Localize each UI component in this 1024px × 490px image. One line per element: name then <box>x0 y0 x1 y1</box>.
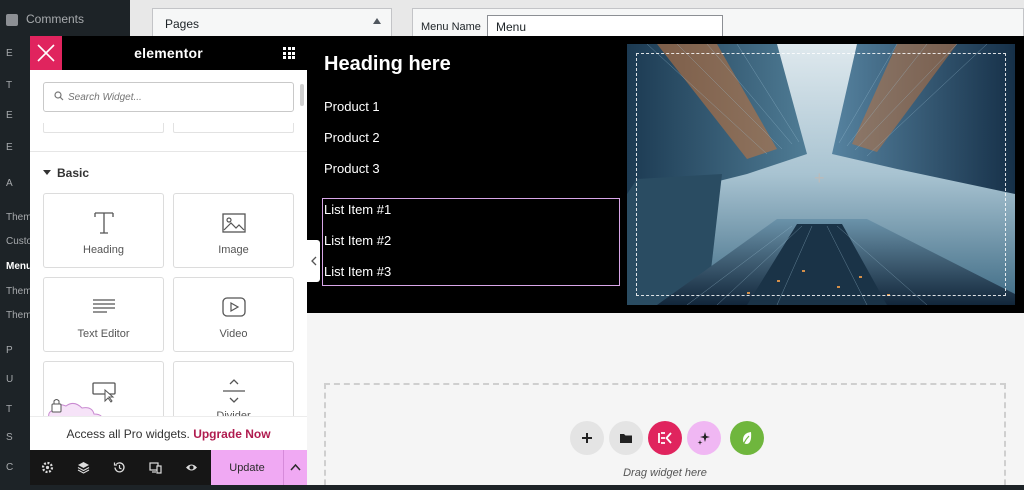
wp-comments-item[interactable]: Comments <box>6 12 84 26</box>
plus-icon <box>582 433 592 443</box>
widget-divider[interactable]: Divider <box>173 361 294 422</box>
pro-upgrade-strip: Access all Pro widgets. Upgrade Now <box>30 416 307 449</box>
panel-scrollbar[interactable] <box>300 84 304 106</box>
search-widget-box <box>43 82 294 112</box>
product-item[interactable]: Product 3 <box>324 161 380 176</box>
image-icon <box>221 213 246 233</box>
empty-section-dropzone[interactable]: Drag widget here <box>324 383 1006 485</box>
divider-line <box>30 151 307 152</box>
editor-canvas: Heading here Product 1 Product 2 Product… <box>307 36 1024 485</box>
menu-name-label: Menu Name <box>421 21 481 33</box>
widget-label: Image <box>218 244 249 256</box>
widget-label: Heading <box>83 244 124 256</box>
list-item[interactable]: List Item #1 <box>324 202 391 217</box>
widget-heading[interactable]: Heading <box>43 193 164 268</box>
update-button[interactable]: Update <box>211 450 283 485</box>
eye-icon <box>186 464 197 471</box>
widget-card-stub <box>173 123 294 133</box>
navigator-button[interactable] <box>66 450 102 485</box>
ai-assistant-button[interactable] <box>687 421 721 455</box>
widget-label: Text Editor <box>77 328 130 340</box>
heading-icon <box>93 212 114 234</box>
caret-down-icon <box>43 170 51 176</box>
bottom-strip <box>0 485 1024 490</box>
search-widget-input[interactable] <box>68 88 283 106</box>
drag-widget-hint: Drag widget here <box>623 467 707 479</box>
layers-icon <box>77 462 90 474</box>
elementor-editor: E T E E A Them Custo Menu Them Them P U … <box>0 0 1024 490</box>
chevron-up-icon <box>373 18 381 24</box>
wp-side-item[interactable]: E <box>0 110 30 130</box>
gear-icon <box>41 461 54 474</box>
page-heading[interactable]: Heading here <box>324 53 451 76</box>
comments-icon <box>6 13 18 26</box>
upgrade-now-link[interactable]: Upgrade Now <box>193 427 270 441</box>
video-icon <box>221 297 246 317</box>
wp-side-item[interactable]: S <box>0 432 30 452</box>
elementor-logo: elementor <box>134 45 203 61</box>
wp-side-item[interactable]: Them <box>0 286 30 306</box>
divider-icon <box>222 379 245 403</box>
pro-text: Access all Pro widgets. <box>66 427 190 441</box>
wp-menu-name-row: Menu Name Menu <box>412 8 1024 38</box>
history-button[interactable] <box>102 450 138 485</box>
sparkle-icon <box>697 432 710 445</box>
wp-pages-box[interactable]: Pages <box>152 8 392 38</box>
widget-label: Video <box>219 328 248 340</box>
panel-header: elementor <box>30 36 307 70</box>
update-options-button[interactable] <box>283 450 307 485</box>
add-template-button[interactable] <box>609 421 643 455</box>
wp-admin-sidebar: E T E E A Them Custo Menu Them Them P U … <box>0 0 30 490</box>
elementor-panel: elementor Basic Heading <box>30 36 307 485</box>
wp-side-item[interactable]: T <box>0 80 30 100</box>
folder-icon <box>620 434 632 443</box>
search-icon <box>54 91 64 101</box>
preview-button[interactable] <box>174 450 210 485</box>
wp-side-item[interactable]: C <box>0 462 30 482</box>
elementor-kit-icon <box>658 432 672 444</box>
list-item[interactable]: List Item #3 <box>324 264 391 279</box>
product-item[interactable]: Product 1 <box>324 99 380 114</box>
wp-side-item[interactable]: Them <box>0 212 30 232</box>
widget-card-stub <box>43 123 164 133</box>
add-section-button[interactable] <box>570 421 604 455</box>
wp-side-item[interactable]: Them <box>0 310 30 330</box>
wp-side-item[interactable]: T <box>0 404 30 424</box>
envato-button[interactable] <box>730 421 764 455</box>
hero-section[interactable]: Heading here Product 1 Product 2 Product… <box>307 36 1024 313</box>
wp-side-item[interactable]: E <box>0 48 30 68</box>
elementor-kit-button[interactable] <box>648 421 682 455</box>
widget-image[interactable]: Image <box>173 193 294 268</box>
text-editor-icon <box>92 299 115 313</box>
responsive-icon <box>149 462 162 474</box>
wp-side-item[interactable]: U <box>0 374 30 394</box>
wp-side-item[interactable]: E <box>0 142 30 162</box>
collapse-panel-tab[interactable] <box>307 240 320 282</box>
widget-video[interactable]: Video <box>173 277 294 352</box>
list-item[interactable]: List Item #2 <box>324 233 391 248</box>
plus-icon: + <box>814 168 825 188</box>
responsive-mode-button[interactable] <box>138 450 174 485</box>
widgets-grid-icon[interactable] <box>283 47 295 59</box>
wp-pages-label: Pages <box>165 17 200 31</box>
settings-button[interactable] <box>30 450 66 485</box>
product-item[interactable]: Product 2 <box>324 130 380 145</box>
wp-side-item[interactable]: A <box>0 178 30 198</box>
wp-side-item[interactable]: Custo <box>0 236 30 256</box>
panel-footer: Update <box>30 450 307 485</box>
history-icon <box>113 462 125 473</box>
menu-name-input[interactable]: Menu <box>487 15 723 37</box>
leaf-icon <box>743 432 752 444</box>
chevron-up-icon <box>290 463 301 471</box>
wp-side-item[interactable]: P <box>0 345 30 365</box>
category-basic[interactable]: Basic <box>43 166 89 180</box>
chevron-left-icon <box>311 256 317 266</box>
widget-text-editor[interactable]: Text Editor <box>43 277 164 352</box>
skyscraper-image[interactable]: + <box>627 44 1015 305</box>
wp-side-item[interactable]: Menu <box>0 261 30 281</box>
